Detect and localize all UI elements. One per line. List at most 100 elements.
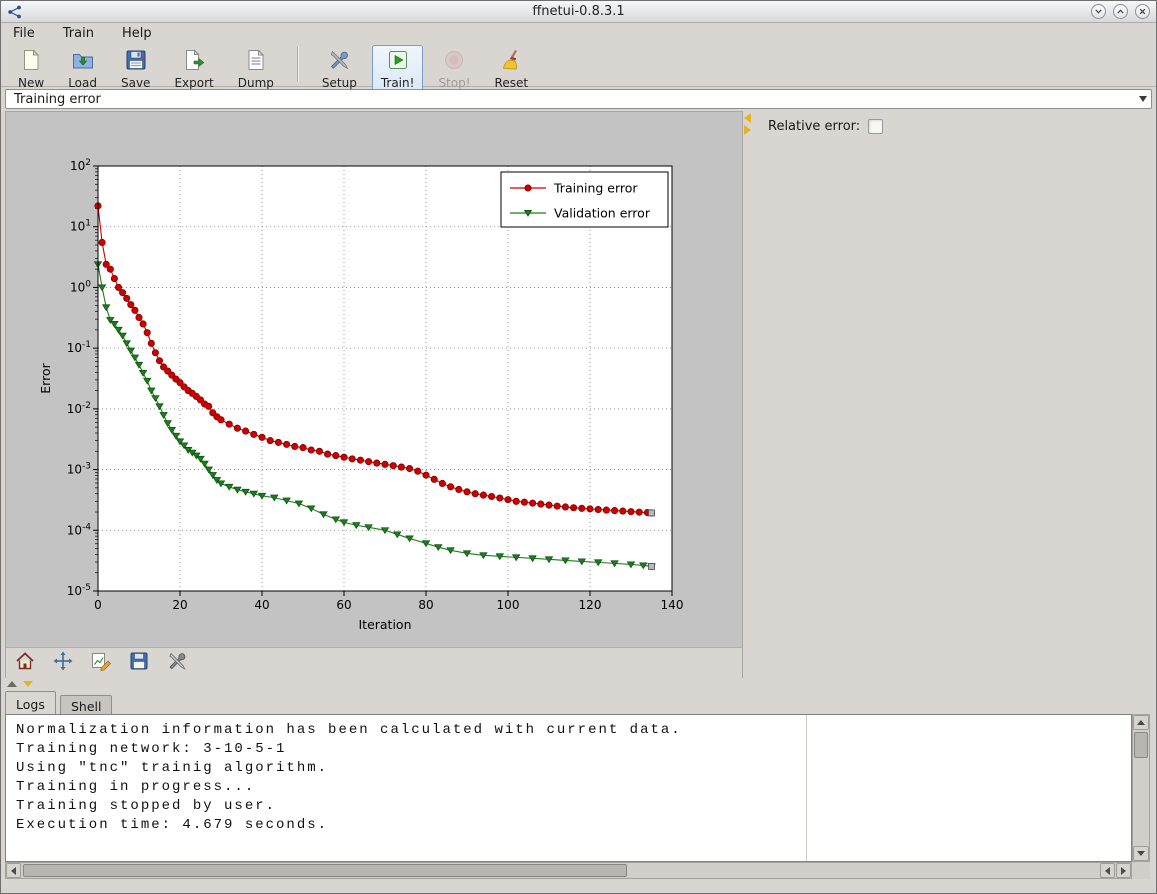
- reset-icon: [499, 48, 523, 76]
- train-icon: [386, 48, 410, 76]
- tab-logs[interactable]: Logs: [5, 691, 56, 714]
- log-horizontal-scrollbar[interactable]: [5, 862, 1132, 879]
- menu-help[interactable]: Help: [118, 25, 156, 42]
- shade-button[interactable]: [1091, 4, 1106, 19]
- svg-text:60: 60: [336, 598, 351, 612]
- arrow-left-icon: [11, 866, 16, 875]
- svg-text:101: 101: [70, 219, 91, 234]
- training-error-chart[interactable]: 0 20 40 60 80 100 120 140 102 101 100 10-1 10-2 10-3 1…: [6, 112, 744, 647]
- arrow-down-icon: [1137, 851, 1145, 856]
- save-button[interactable]: Save: [112, 45, 159, 92]
- svg-text:Validation error: Validation error: [554, 206, 651, 221]
- svg-text:10-3: 10-3: [67, 462, 91, 477]
- svg-text:10-1: 10-1: [67, 340, 91, 355]
- stop-icon: [442, 48, 466, 76]
- export-icon: [182, 48, 206, 76]
- save-icon: [124, 48, 148, 76]
- log-line: Execution time: 4.679 seconds.: [16, 817, 329, 833]
- toolbar: New Load Save Export Dump Setup Train! S…: [1, 43, 1156, 92]
- toolbar-separator: [296, 47, 299, 81]
- pan-button[interactable]: [50, 650, 76, 676]
- menu-file[interactable]: File: [9, 25, 39, 42]
- svg-text:40: 40: [254, 598, 269, 612]
- svg-text:10-2: 10-2: [67, 401, 91, 416]
- horizontal-scroll-thumb[interactable]: [23, 864, 627, 877]
- configure-button[interactable]: [164, 650, 190, 676]
- relative-error-label: Relative error:: [768, 119, 861, 134]
- pan-icon: [52, 650, 74, 676]
- vertical-splitter[interactable]: [743, 111, 754, 678]
- svg-text:80: 80: [418, 598, 433, 612]
- svg-text:Iteration: Iteration: [358, 617, 411, 632]
- svg-text:140: 140: [661, 598, 684, 612]
- save-figure-icon: [128, 650, 150, 676]
- new-button[interactable]: New: [9, 45, 53, 92]
- log-line: Using "tnc" trainig algorithm.: [16, 760, 329, 776]
- scroll-down-button[interactable]: [1133, 846, 1149, 861]
- vertical-scroll-thumb[interactable]: [1134, 732, 1148, 758]
- titlebar[interactable]: ffnetui-0.8.3.1: [1, 1, 1156, 23]
- side-panel: Relative error:: [754, 111, 1154, 678]
- save-figure-button[interactable]: [126, 650, 152, 676]
- svg-text:Training error: Training error: [553, 181, 638, 196]
- edit-plot-button[interactable]: [88, 650, 114, 676]
- home-view-button[interactable]: [12, 650, 38, 676]
- menu-train[interactable]: Train: [59, 25, 98, 42]
- svg-text:20: 20: [172, 598, 187, 612]
- reset-button[interactable]: Reset: [486, 45, 538, 92]
- close-button[interactable]: [1135, 4, 1150, 19]
- collapse-up-icon[interactable]: [7, 681, 17, 687]
- dump-button[interactable]: Dump: [229, 45, 283, 92]
- plot-nav-toolbar: [6, 647, 742, 678]
- stop-button: Stop!: [429, 45, 479, 92]
- home-icon: [14, 650, 36, 676]
- svg-text:100: 100: [497, 598, 520, 612]
- plot-panel: 0 20 40 60 80 100 120 140 102 101 100 10-1 10-2 10-3 1…: [5, 111, 743, 678]
- log-line: Training stopped by user.: [16, 798, 277, 814]
- log-output[interactable]: Normalization information has been calcu…: [5, 714, 1132, 862]
- menubar: File Train Help: [1, 23, 1156, 43]
- scroll-right-button[interactable]: [1116, 863, 1131, 878]
- arrow-right-icon: [1121, 866, 1126, 875]
- arrow-left-icon: [1105, 866, 1110, 875]
- arrow-up-icon: [1137, 720, 1145, 725]
- svg-text:102: 102: [70, 158, 91, 173]
- svg-text:Error: Error: [38, 362, 53, 393]
- setup-icon: [327, 48, 351, 76]
- scroll-up-button[interactable]: [1133, 715, 1149, 730]
- chevron-down-icon: [1139, 96, 1147, 102]
- horizontal-splitter[interactable]: [1, 678, 1156, 691]
- export-button[interactable]: Export: [165, 45, 222, 92]
- app-window: ffnetui-0.8.3.1 File Train Help New Load…: [0, 0, 1157, 894]
- log-panel-divider: [806, 715, 807, 861]
- setup-button[interactable]: Setup: [313, 45, 366, 92]
- plot-type-value: Training error: [14, 91, 101, 107]
- tab-shell[interactable]: Shell: [59, 695, 113, 716]
- bottom-tabbar: Logs Shell: [1, 691, 1156, 716]
- svg-text:120: 120: [579, 598, 602, 612]
- svg-text:0: 0: [94, 598, 102, 612]
- log-line: Training network: 3-10-5-1: [16, 741, 287, 757]
- svg-text:10-4: 10-4: [67, 522, 92, 537]
- collapse-right-icon[interactable]: [744, 125, 751, 135]
- maximize-button[interactable]: [1113, 4, 1128, 19]
- configure-icon: [166, 650, 188, 676]
- window-title: ffnetui-0.8.3.1: [532, 4, 625, 19]
- log-line: Training in progress...: [16, 779, 256, 795]
- edit-plot-icon: [90, 650, 112, 676]
- scroll-left-button-2[interactable]: [1100, 863, 1115, 878]
- scrollbar-corner: [1132, 862, 1150, 879]
- dump-icon: [244, 48, 268, 76]
- relative-error-checkbox[interactable]: [868, 119, 884, 134]
- scroll-left-button[interactable]: [6, 863, 21, 878]
- svg-text:10-5: 10-5: [67, 583, 91, 598]
- plot-type-select[interactable]: Training error: [5, 89, 1152, 109]
- train-button[interactable]: Train!: [371, 45, 424, 92]
- load-button[interactable]: Load: [59, 45, 106, 92]
- collapse-left-icon[interactable]: [744, 113, 751, 123]
- log-vertical-scrollbar[interactable]: [1132, 714, 1150, 862]
- svg-text:100: 100: [70, 279, 91, 294]
- collapse-down-icon[interactable]: [23, 681, 33, 687]
- load-icon: [71, 48, 95, 76]
- log-line: Normalization information has been calcu…: [16, 722, 682, 738]
